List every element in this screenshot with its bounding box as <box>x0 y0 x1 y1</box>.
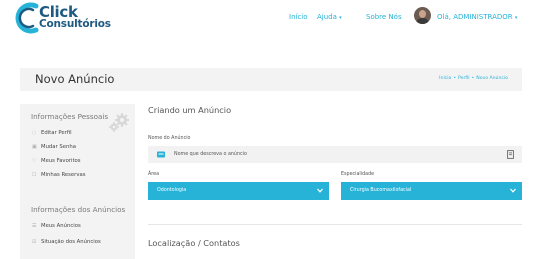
page-title-bar: Novo Anúncio Início • Perfil • Novo Anúncio <box>20 68 522 91</box>
chevron-down-icon <box>510 188 516 193</box>
name-field-label: Nome do Anúncio <box>148 136 191 141</box>
brand-subname: Consultórios <box>39 18 111 30</box>
sidebar-section-personal: Informações Pessoais <box>31 112 109 121</box>
area-select-value: Odontologia <box>157 188 187 193</box>
form-section-title: Criando um Anúncio <box>148 105 232 115</box>
sidebar-item-label: Minhas Reservas <box>41 172 86 178</box>
sidebar-section-ads: Informações dos Anúncios <box>31 205 126 214</box>
tag-icon <box>157 151 165 158</box>
brand-logo[interactable]: Click Consultórios <box>14 2 124 36</box>
lock-icon: ▣ <box>32 144 37 150</box>
breadcrumb-current: Novo Anúncio <box>476 76 508 81</box>
especialidade-field-label: Especialidade <box>341 172 375 177</box>
sidebar-item-meus-anuncios[interactable]: ☰ Meus Anúncios <box>32 223 81 229</box>
ad-name-placeholder: Nome que descreva o anúncio <box>174 152 247 157</box>
status-icon: ☑ <box>32 239 37 245</box>
sidebar-item-label: Situação dos Anúncios <box>41 239 101 245</box>
ad-form: Criando um Anúncio Nome do Anúncio Nome … <box>148 98 522 259</box>
nav-ajuda-label: Ajuda <box>317 13 337 21</box>
user-menu[interactable]: Olá, ADMINISTRADOR ▾ <box>437 13 517 21</box>
especialidade-select-value: Cirurgia Bucomaxilofacial <box>350 188 412 193</box>
breadcrumb-inicio[interactable]: Início <box>439 76 451 81</box>
list-icon: ☰ <box>32 223 37 229</box>
breadcrumb: Início • Perfil • Novo Anúncio <box>439 76 508 81</box>
breadcrumb-perfil[interactable]: Perfil <box>458 76 470 81</box>
sidebar-item-label: Mudar Senha <box>41 144 76 150</box>
heart-icon: ♡ <box>32 158 37 164</box>
avatar-face <box>419 10 426 18</box>
chevron-down-icon <box>317 188 323 193</box>
section-divider <box>148 224 522 225</box>
sidebar-item-label: Meus Favoritos <box>41 158 81 164</box>
top-header: Click Consultórios Início Ajuda ▾ Sobre … <box>0 0 542 38</box>
sidebar-item-situacao-anuncios[interactable]: ☑ Situação dos Anúncios <box>32 239 101 245</box>
avatar-body <box>416 18 429 24</box>
avatar[interactable] <box>414 7 431 24</box>
calendar-icon: ☐ <box>32 172 37 178</box>
breadcrumb-separator: • <box>453 76 457 81</box>
chevron-down-icon: ▾ <box>514 15 518 21</box>
gears-icon <box>109 113 129 132</box>
sidebar-item-label: Editar Perfil <box>41 130 72 136</box>
nav-ajuda[interactable]: Ajuda ▾ <box>317 13 342 21</box>
nav-sobre[interactable]: Sobre Nós <box>366 13 402 21</box>
area-select[interactable]: Odontologia <box>148 182 329 200</box>
area-field-label: Área <box>148 172 160 177</box>
document-icon <box>507 150 514 159</box>
breadcrumb-separator: • <box>471 76 475 81</box>
user-menu-label: Olá, ADMINISTRADOR <box>437 13 513 21</box>
user-icon: ◌ <box>32 130 37 136</box>
location-section-title: Localização / Contatos <box>148 238 240 248</box>
sidebar: Informações Pessoais ◌ Editar Perfil ▣ Mud… <box>20 104 135 259</box>
chevron-down-icon: ▾ <box>339 15 342 21</box>
page-title: Novo Anúncio <box>35 72 115 86</box>
sidebar-item-label: Meus Anúncios <box>41 223 81 229</box>
sidebar-item-meus-favoritos[interactable]: ♡ Meus Favoritos <box>32 158 81 164</box>
sidebar-item-editar-perfil[interactable]: ◌ Editar Perfil <box>32 130 72 136</box>
ad-name-input[interactable]: Nome que descreva o anúncio <box>148 146 522 163</box>
nav-inicio[interactable]: Início <box>289 13 308 21</box>
logo-c-icon <box>15 2 39 34</box>
sidebar-item-minhas-reservas[interactable]: ☐ Minhas Reservas <box>32 172 85 178</box>
sidebar-item-mudar-senha[interactable]: ▣ Mudar Senha <box>32 144 76 150</box>
especialidade-select[interactable]: Cirurgia Bucomaxilofacial <box>341 182 522 200</box>
